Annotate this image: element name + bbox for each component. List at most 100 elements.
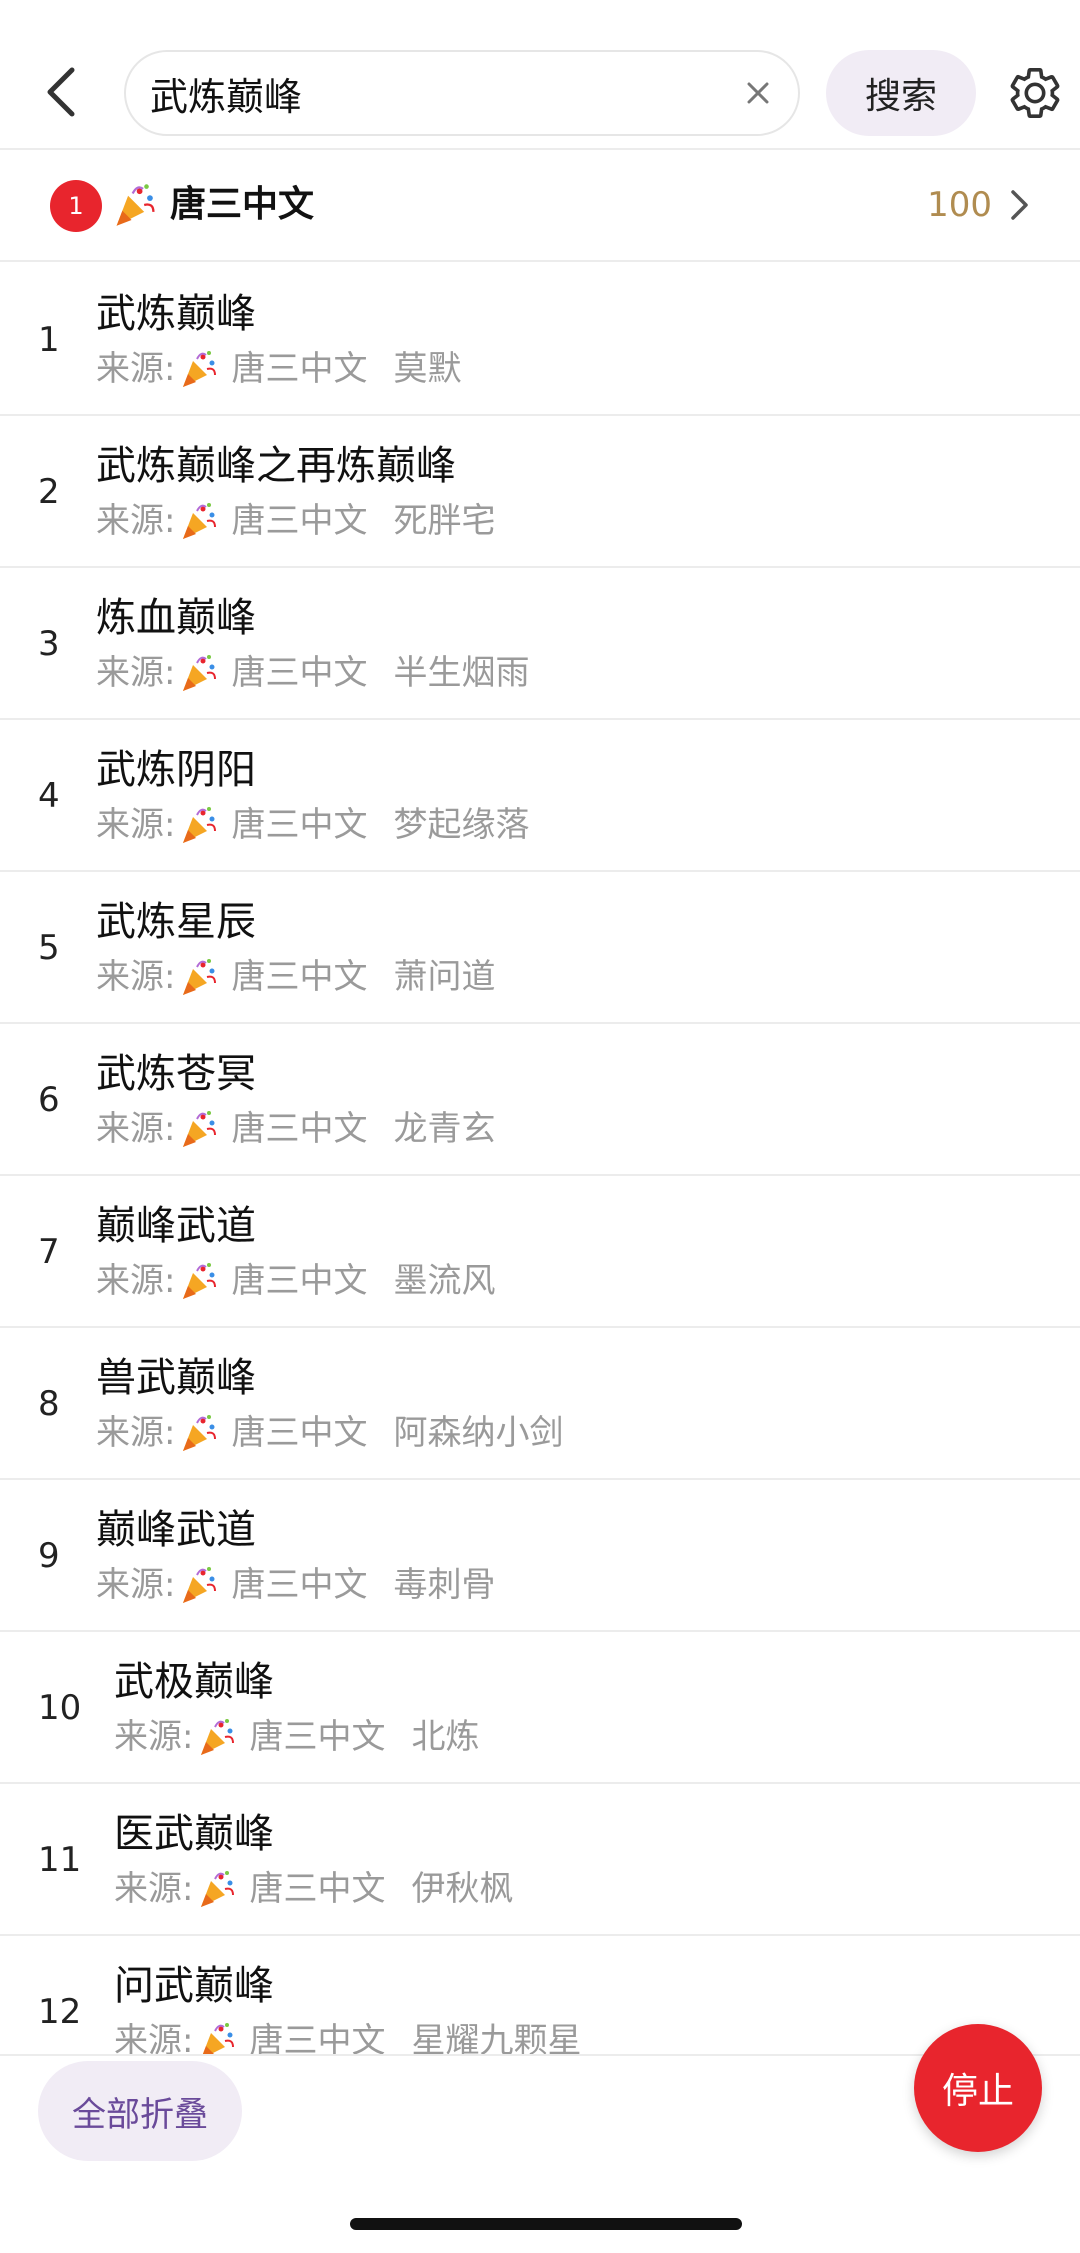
book-meta: 来源: 唐三中文 北炼 (114, 1712, 479, 1762)
source-result-count: 100 (927, 185, 992, 225)
result-row[interactable]: 12 问武巅峰 来源: 唐三中文 星耀九颗星 (0, 1936, 1080, 2054)
party-popper-icon (183, 1567, 217, 1603)
result-row[interactable]: 6 武炼苍冥 来源: 唐三中文 龙青玄 (0, 1024, 1080, 1176)
result-row[interactable]: 8 兽武巅峰来源: 唐三中文 阿森纳小剑 (0, 1328, 1080, 1480)
result-index: 4 (38, 776, 60, 816)
clear-search-button[interactable] (728, 63, 788, 123)
party-popper-icon (183, 1111, 217, 1147)
result-body: 武炼星辰来源: 唐三中文 萧问道 (96, 894, 495, 1002)
result-row[interactable]: 11 医武巅峰 来源: 唐三中文 伊秋枫 (0, 1784, 1080, 1936)
chevron-right-icon (1011, 190, 1028, 220)
party-popper-icon (183, 807, 217, 843)
result-row[interactable]: 5 武炼星辰 来源: 唐三中文 萧问道 (0, 872, 1080, 1024)
result-row[interactable]: 2 武炼巅峰之再炼巅峰来源: 唐三中文 死胖宅 (0, 416, 1080, 568)
result-body: 炼血巅峰来源: 唐三中文 半生烟雨 (96, 590, 529, 698)
source-label: 来源: (96, 805, 176, 845)
result-row[interactable]: 1 武炼巅峰 来源: 唐三中文 莫默 (0, 264, 1080, 416)
book-title: 武极巅峰 (114, 1659, 274, 1705)
result-body: 医武巅峰 来源: 唐三中文 伊秋枫 (114, 1806, 513, 1914)
book-author: 莫默 (393, 349, 462, 389)
result-body: 巅峰武道 来源: 唐三中文 毒刺骨 (96, 1502, 495, 1610)
book-author: 毒刺骨 (393, 1565, 496, 1605)
book-author: 萧问道 (393, 957, 496, 997)
source-label: 来源: (96, 1109, 176, 1149)
book-title: 巅峰武道 (96, 1507, 256, 1553)
source-name: 唐三中文 (231, 653, 368, 693)
clear-icon (747, 82, 769, 104)
source-name: 唐三中文 (231, 1261, 368, 1301)
source-label: 来源: (96, 1565, 176, 1605)
source-name: 唐三中文 (231, 501, 368, 541)
settings-gear-icon (1010, 67, 1060, 119)
fold-all-button[interactable]: 全部折叠 (38, 2061, 242, 2161)
result-body: 武炼苍冥 来源: 唐三中文 龙青玄 (96, 1046, 495, 1154)
search-input[interactable] (150, 52, 710, 134)
book-title: 兽武巅峰 (96, 1355, 256, 1401)
party-popper-icon (183, 1415, 217, 1451)
party-popper-icon (183, 959, 217, 995)
book-title: 武炼巅峰之再炼巅峰 (96, 443, 456, 489)
book-meta: 来源: 唐三中文 梦起缘落 (96, 800, 529, 850)
result-row[interactable]: 9 巅峰武道 来源: 唐三中文 毒刺骨 (0, 1480, 1080, 1632)
book-author: 死胖宅 (393, 501, 496, 541)
book-title: 武炼星辰 (96, 899, 256, 945)
result-body: 问武巅峰来源: 唐三中文 星耀九颗星 (114, 1958, 581, 2054)
settings-button[interactable] (1000, 58, 1070, 128)
source-summary-row[interactable] (0, 152, 1080, 262)
result-body: 武炼巅峰 来源: 唐三中文 莫默 (96, 286, 461, 394)
party-popper-icon (183, 351, 217, 387)
book-title: 问武巅峰 (114, 1963, 274, 2009)
search-box (124, 50, 800, 136)
source-count-badge: 1 (50, 180, 102, 232)
result-body: 巅峰武道 来源: 唐三中文 墨流风 (96, 1198, 495, 1306)
book-meta: 来源: 唐三中文 星耀九颗星 (114, 2016, 581, 2054)
source-name: 唐三中文 (231, 957, 368, 997)
source-name: 唐三中文 (170, 184, 315, 225)
book-title: 炼血巅峰 (96, 595, 256, 641)
result-index: 10 (38, 1688, 82, 1728)
source-label: 来源: (96, 957, 176, 997)
book-author: 墨流风 (393, 1261, 496, 1301)
book-author: 阿森纳小剑 (393, 1413, 564, 1453)
book-meta: 来源: 唐三中文 龙青玄 (96, 1104, 495, 1154)
result-index: 11 (38, 1840, 82, 1880)
result-row[interactable]: 4 武炼阴阳 来源: 唐三中文 梦起缘落 (0, 720, 1080, 872)
result-index: 8 (38, 1384, 60, 1424)
result-row[interactable]: 3 炼血巅峰 来源: 唐三中文 半生烟雨 (0, 568, 1080, 720)
source-label: 来源: (96, 1413, 176, 1453)
book-title: 武炼巅峰 (96, 291, 256, 337)
source-name: 唐三中文 (231, 1413, 368, 1453)
book-meta: 来源: 唐三中文 阿森纳小剑 (96, 1408, 563, 1458)
book-meta: 来源: 唐三中文 墨流风 (96, 1256, 495, 1306)
result-body: 兽武巅峰来源: 唐三中文 阿森纳小剑 (96, 1350, 563, 1458)
source-label: 来源: (96, 1261, 176, 1301)
search-button[interactable]: 搜索 (826, 50, 976, 136)
party-popper-icon (116, 184, 155, 226)
book-title: 医武巅峰 (114, 1811, 274, 1857)
book-author: 北炼 (411, 1717, 480, 1757)
source-label: 来源: (96, 653, 176, 693)
source-name: 唐三中文 (249, 2021, 386, 2054)
stop-button[interactable]: 停止 (914, 2024, 1042, 2152)
book-meta: 来源: 唐三中文 萧问道 (96, 952, 495, 1002)
book-meta: 来源: 唐三中文 半生烟雨 (96, 648, 529, 698)
party-popper-icon (183, 1263, 217, 1299)
book-meta: 来源: 唐三中文 死胖宅 (96, 496, 495, 546)
source-label: 来源: (96, 349, 176, 389)
result-row[interactable]: 7 巅峰武道 来源: 唐三中文 墨流风 (0, 1176, 1080, 1328)
result-row[interactable]: 10 武极巅峰来源: 唐三中文 北炼 (0, 1632, 1080, 1784)
source-name: 唐三中文 (231, 1109, 368, 1149)
book-author: 梦起缘落 (393, 805, 530, 845)
result-index: 2 (38, 472, 60, 512)
book-author: 半生烟雨 (393, 653, 530, 693)
source-label: 来源: (114, 1717, 194, 1757)
book-author: 龙青玄 (393, 1109, 496, 1149)
home-indicator (350, 2218, 742, 2230)
result-list[interactable]: 1 武炼巅峰 来源: 唐三中文 莫默 2 武炼巅峰之再炼巅峰 来源: 唐三中文 死胖宅 3 炼血巅峰来… (0, 264, 1080, 2054)
result-body: 武极巅峰来源: 唐三中文 北炼 (114, 1654, 479, 1762)
party-popper-icon (203, 2023, 235, 2054)
result-index: 1 (38, 320, 60, 360)
party-popper-icon (201, 1719, 235, 1755)
source-label: 来源: (114, 1869, 194, 1909)
back-button[interactable] (28, 52, 92, 132)
